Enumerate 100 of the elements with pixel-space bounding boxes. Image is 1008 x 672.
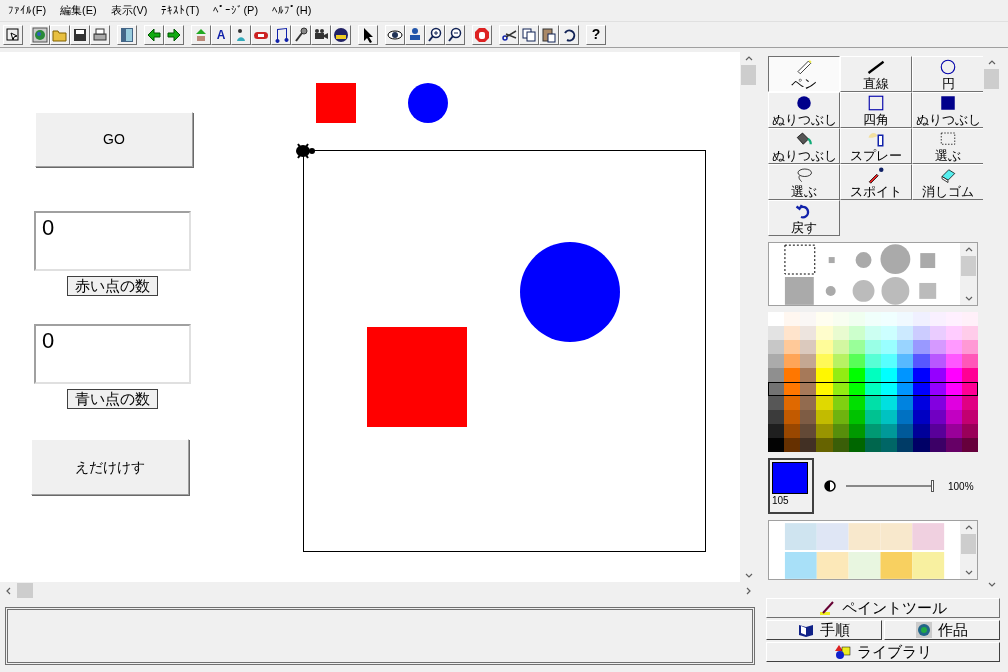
undo-button[interactable]	[559, 24, 579, 45]
movie-camera-button[interactable]	[311, 24, 331, 45]
counter-label: 青い点の数	[67, 389, 158, 409]
text-tool-button[interactable]: A	[211, 24, 231, 45]
stop-button[interactable]	[472, 24, 492, 45]
right-arrow-button[interactable]	[164, 24, 184, 45]
pen-tool-icon	[795, 58, 813, 76]
vertical-scrollbar[interactable]	[960, 521, 977, 579]
paint-tool-button[interactable]: ぬりつぶし	[768, 128, 840, 164]
stage-button[interactable]: GO	[35, 112, 193, 167]
zoom-out-button[interactable]	[445, 24, 465, 45]
copy-icon	[521, 26, 537, 43]
menu-item[interactable]: ﾌｧｲﾙ(F)	[8, 2, 47, 19]
printer-icon	[92, 26, 108, 43]
scroll-right-icon[interactable]	[746, 586, 751, 595]
panel-tab[interactable]: 手順	[766, 620, 882, 640]
left-arrow-icon	[146, 26, 162, 43]
scroll-down-icon[interactable]	[744, 573, 753, 578]
paint-tool-button[interactable]: ペン	[768, 56, 840, 92]
paste-icon	[541, 26, 557, 43]
circle-tool-icon	[939, 58, 957, 76]
line-tool-icon	[867, 58, 885, 76]
paste-button[interactable]	[539, 24, 559, 45]
menu-item[interactable]: ﾃｷｽﾄ(T)	[161, 2, 200, 19]
current-color-box[interactable]: 105	[768, 458, 814, 514]
helmet-button[interactable]	[331, 24, 351, 45]
cursor-button[interactable]	[3, 24, 23, 45]
copy-button[interactable]	[519, 24, 539, 45]
paint-tool-button[interactable]: 戻す	[768, 200, 840, 236]
help-button[interactable]: ?	[586, 24, 606, 45]
scroll-thumb[interactable]	[17, 583, 33, 598]
globe-icon	[32, 26, 48, 43]
panel-icon	[119, 26, 135, 43]
scroll-left-icon[interactable]	[6, 586, 11, 595]
paint-tool-button[interactable]: ぬりつぶし	[912, 92, 984, 128]
eye-button[interactable]	[385, 24, 405, 45]
eraser-tool-icon	[939, 166, 957, 184]
color-number: 105	[772, 494, 790, 508]
scroll-down-icon[interactable]	[964, 296, 973, 301]
menu-item[interactable]: 編集(E)	[60, 2, 97, 19]
turtle-icon[interactable]	[294, 142, 318, 160]
panel-tab[interactable]: ライブラリ	[766, 642, 1000, 662]
scroll-thumb[interactable]	[961, 256, 977, 276]
zoom-in-button[interactable]	[425, 24, 445, 45]
menu-item[interactable]: 表示(V)	[110, 2, 148, 19]
scissors-button[interactable]	[499, 24, 519, 45]
filled-circle-tool-icon	[795, 94, 813, 112]
stamp-button[interactable]	[405, 24, 425, 45]
paint-tool-button[interactable]: スプレー	[840, 128, 912, 164]
globe-button[interactable]	[30, 24, 50, 45]
spray-tool-icon	[867, 130, 885, 148]
menu-item[interactable]: ﾍﾟｰｼﾞ(P)	[213, 2, 259, 19]
number-field[interactable]: 0	[34, 211, 191, 271]
microphone-icon	[293, 26, 309, 43]
plant-button[interactable]	[191, 24, 211, 45]
vertical-scrollbar[interactable]	[960, 243, 977, 305]
printer-button[interactable]	[90, 24, 110, 45]
zoom-in-icon	[427, 26, 443, 43]
color-palette[interactable]	[768, 312, 978, 452]
left-arrow-button[interactable]	[144, 24, 164, 45]
scroll-thumb[interactable]	[984, 69, 999, 89]
panel-tab[interactable]: ペイントツール	[766, 598, 1000, 618]
scroll-down-icon[interactable]	[964, 570, 973, 575]
panel-button[interactable]	[117, 24, 137, 45]
paint-tool-button[interactable]: スポイト	[840, 164, 912, 200]
shapes-icon	[834, 644, 851, 660]
scroll-up-icon[interactable]	[987, 60, 996, 65]
stamp-icon	[407, 26, 423, 43]
scroll-up-icon[interactable]	[964, 247, 973, 252]
pointer-button[interactable]	[358, 24, 378, 45]
paint-tool-button[interactable]: 円	[912, 56, 984, 92]
stage-button[interactable]: えだけけす	[31, 439, 189, 495]
menu-item[interactable]: ﾍﾙﾌﾟ(H)	[272, 2, 312, 19]
paint-tool-button[interactable]: 選ぶ	[768, 164, 840, 200]
paint-tool-button[interactable]: ぬりつぶし	[768, 92, 840, 128]
number-field[interactable]: 0	[34, 324, 191, 384]
scroll-thumb[interactable]	[961, 534, 977, 554]
microphone-button[interactable]	[291, 24, 311, 45]
scroll-down-icon[interactable]	[987, 582, 996, 587]
bucket-tool-icon	[795, 130, 813, 148]
opacity-slider[interactable]	[846, 480, 934, 492]
scroll-thumb[interactable]	[741, 65, 756, 85]
rect-tool-icon	[867, 94, 885, 112]
music-note-icon	[273, 26, 289, 43]
right-arrow-icon	[166, 26, 182, 43]
opacity-reading: 100%	[948, 479, 974, 494]
panel-tab[interactable]: 作品	[884, 620, 1000, 640]
paint-tool-button[interactable]: 四角	[840, 92, 912, 128]
disk-button[interactable]	[70, 24, 90, 45]
paint-tool-button[interactable]: 消しゴム	[912, 164, 984, 200]
capsule-button[interactable]	[251, 24, 271, 45]
music-note-button[interactable]	[271, 24, 291, 45]
paintbrush-icon	[819, 600, 836, 616]
scroll-up-icon[interactable]	[744, 56, 753, 61]
stop-icon	[474, 26, 490, 43]
paint-tool-button[interactable]: 直線	[840, 56, 912, 92]
folder-button[interactable]	[50, 24, 70, 45]
scroll-up-icon[interactable]	[964, 525, 973, 530]
paint-tool-button[interactable]: 選ぶ	[912, 128, 984, 164]
figure-button[interactable]	[231, 24, 251, 45]
